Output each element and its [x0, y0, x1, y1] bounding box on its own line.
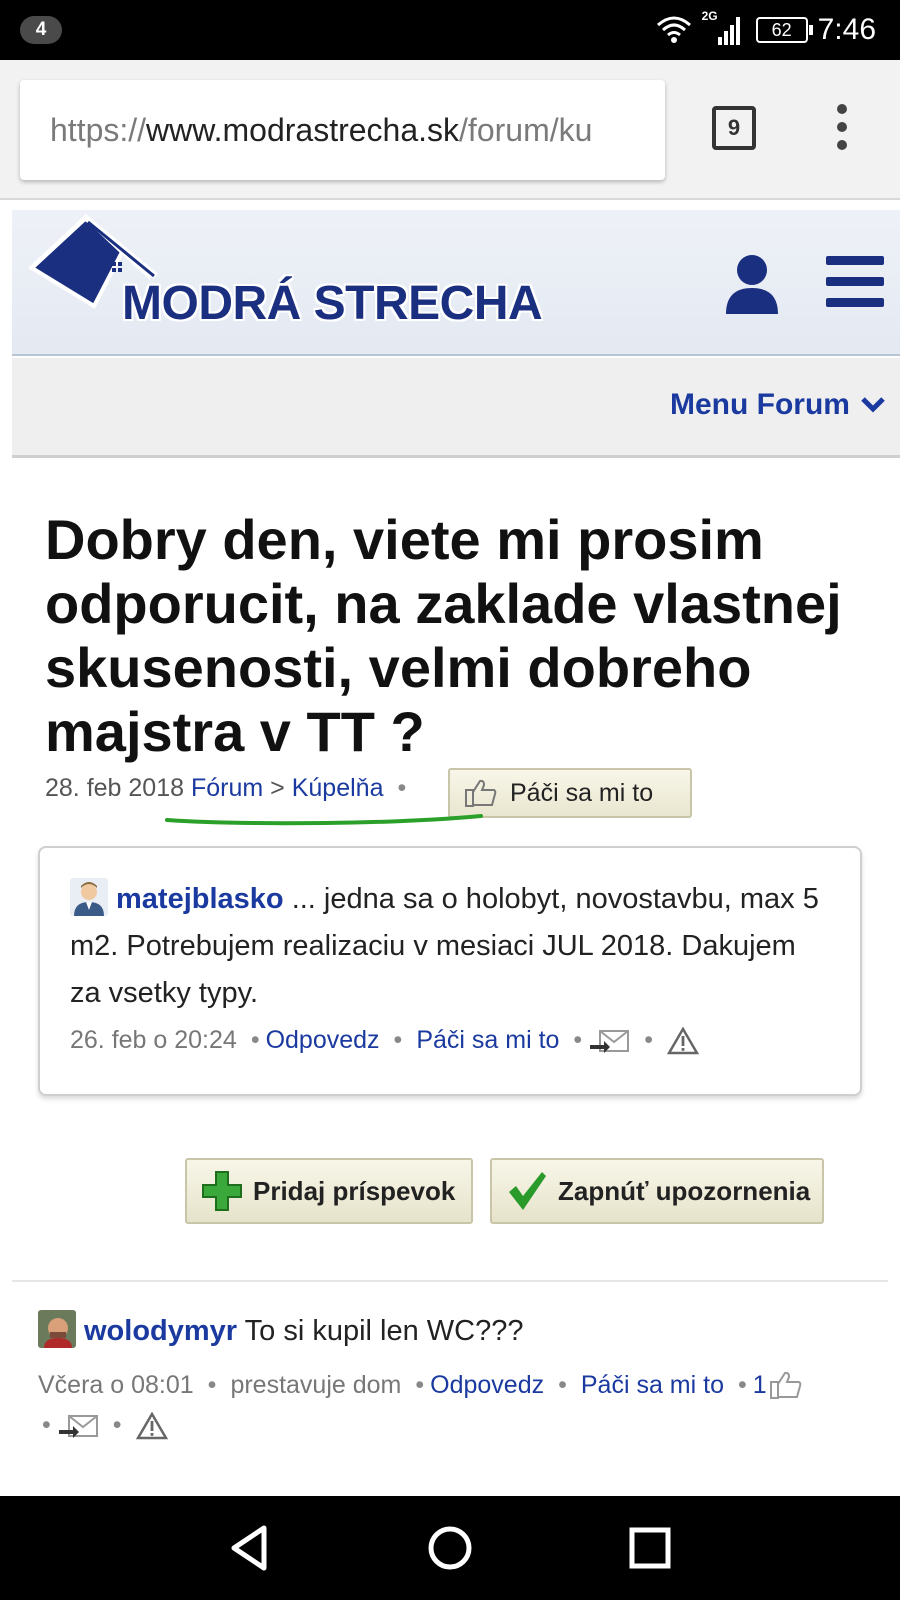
status-bar: 4 2G 62 7:46: [0, 0, 900, 60]
post-like-link[interactable]: Páči sa mi to: [416, 1026, 559, 1055]
comment-item: wolodymyr To si kupil len WC??? Včera o …: [38, 1310, 878, 1440]
breadcrumb-forum-link[interactable]: Fórum: [191, 774, 263, 803]
send-message-icon[interactable]: [588, 1027, 630, 1055]
breadcrumb-separator: >: [270, 774, 285, 802]
send-message-icon[interactable]: [57, 1412, 99, 1440]
separator-dot: •: [42, 1411, 51, 1439]
user-account-icon[interactable]: [724, 254, 780, 314]
separator-dot: •: [397, 774, 407, 802]
thread-date: 28. feb 2018: [45, 774, 185, 802]
checkmark-icon: [509, 1172, 546, 1210]
system-navigation-bar: [0, 1496, 900, 1600]
warning-report-icon[interactable]: [666, 1026, 699, 1055]
comment-like-link[interactable]: Páči sa mi to: [581, 1367, 724, 1403]
battery-icon: 62: [755, 17, 813, 43]
thread-meta: 28. feb 2018 Fórum > Kúpelňa •: [45, 774, 420, 803]
separator-dot: •: [644, 1026, 653, 1054]
site-logo[interactable]: MODRÁ STRECHA: [26, 210, 546, 350]
separator-dot: •: [207, 1371, 217, 1399]
thread-like-label: Páči sa mi to: [510, 778, 654, 807]
tab-switcher-button[interactable]: 9: [712, 106, 756, 150]
comment-actions: • •: [38, 1411, 878, 1440]
url-path: /forum/ku: [459, 112, 593, 148]
user-avatar-icon: [38, 1310, 76, 1348]
hamburger-menu-icon[interactable]: [826, 256, 884, 308]
separator-dot: •: [415, 1371, 425, 1399]
menu-forum-label: Menu Forum: [670, 388, 850, 421]
original-post: matejblasko ... jedna sa o holobyt, novo…: [38, 846, 862, 1096]
separator-dot: •: [393, 1026, 403, 1054]
chevron-down-icon: [861, 397, 885, 413]
enable-notifications-button[interactable]: Zapnúť upozornenia: [490, 1158, 824, 1224]
post-meta: 26. feb o 20:24 • Odpovedz • Páči sa mi …: [70, 1026, 699, 1055]
thumbs-up-icon: [769, 1371, 801, 1399]
comment-body: wolodymyr To si kupil len WC???: [38, 1310, 878, 1351]
clock: 7:46: [817, 13, 876, 46]
post-time: 26. feb o 20:24: [70, 1026, 237, 1054]
home-icon[interactable]: [420, 1518, 480, 1578]
post-reply-link[interactable]: Odpovedz: [266, 1026, 380, 1055]
cell-signal-icon: 2G: [702, 9, 746, 47]
post-body: matejblasko ... jedna sa o holobyt, novo…: [70, 876, 830, 1017]
comment-text: To si kupil len WC???: [237, 1315, 524, 1347]
browser-menu-icon[interactable]: [830, 100, 854, 160]
comment-meta: Včera o 08:01 • prestavuje dom • Odpoved…: [38, 1367, 878, 1403]
comment-author-link[interactable]: wolodymyr: [84, 1315, 237, 1347]
separator-dot: •: [112, 1411, 122, 1439]
address-bar[interactable]: https://www.modrastrecha.sk/forum/ku: [20, 80, 665, 180]
enable-notifications-label: Zapnúť upozornenia: [558, 1175, 811, 1206]
breadcrumb-category-link[interactable]: Kúpelňa: [292, 774, 384, 803]
separator-dot: •: [558, 1371, 567, 1399]
handwritten-underline: [165, 814, 483, 826]
forum-menu-bar: Menu Forum: [12, 358, 900, 458]
url-scheme: https://: [50, 112, 147, 148]
recent-apps-icon[interactable]: [620, 1518, 680, 1578]
add-post-button[interactable]: Pridaj príspevok: [185, 1158, 473, 1224]
user-avatar-icon: [70, 878, 108, 916]
thumbs-up-icon: [465, 779, 497, 807]
plus-icon: [202, 1171, 242, 1211]
add-post-label: Pridaj príspevok: [253, 1175, 456, 1206]
menu-forum-dropdown[interactable]: Menu Forum: [670, 388, 886, 422]
status-icons: 2G 62 7:46: [656, 9, 876, 48]
comment-context: prestavuje dom: [230, 1371, 402, 1399]
site-header: MODRÁ STRECHA: [12, 210, 900, 356]
notification-count-badge: 4: [20, 16, 62, 44]
browser-toolbar: https://www.modrastrecha.sk/forum/ku 9: [0, 60, 900, 200]
separator-dot: •: [250, 1026, 260, 1054]
page-title: Dobry den, viete mi prosim odporucit, na…: [45, 508, 842, 763]
wifi-icon: [656, 16, 691, 43]
post-author-link[interactable]: matejblasko: [116, 883, 284, 915]
separator-dot: •: [573, 1026, 583, 1054]
back-icon[interactable]: [220, 1518, 280, 1578]
url-host: www.modrastrecha.sk: [146, 112, 460, 148]
comment-like-count: 1: [752, 1371, 767, 1399]
logo-text: MODRÁ STRECHA: [122, 277, 543, 330]
divider: [12, 1280, 888, 1282]
separator-dot: •: [737, 1371, 747, 1399]
warning-report-icon[interactable]: [135, 1411, 168, 1440]
comment-time: Včera o 08:01: [38, 1371, 194, 1399]
comment-reply-link[interactable]: Odpovedz: [430, 1367, 544, 1403]
